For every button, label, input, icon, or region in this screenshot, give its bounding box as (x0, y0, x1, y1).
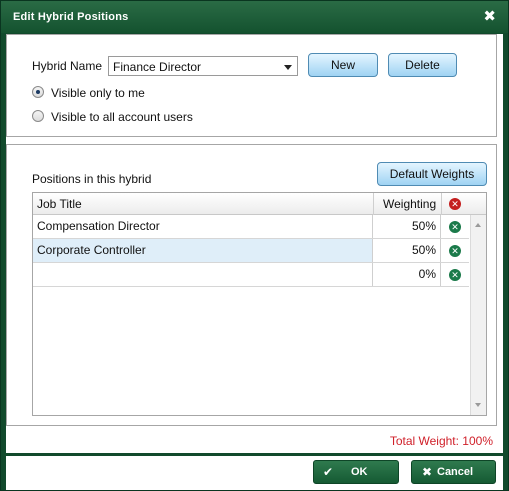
title-bar: Edit Hybrid Positions ✖ (1, 1, 508, 33)
positions-section-label: Positions in this hybrid (32, 172, 152, 186)
header-weighting: Weighting (383, 197, 437, 211)
positions-table: Job Title Weighting ✕ Compensation Direc… (32, 192, 487, 416)
visibility-radio-only-me[interactable] (32, 86, 44, 98)
visibility-radio-all-users[interactable] (32, 110, 44, 122)
job-title-text: Compensation Director (37, 219, 160, 233)
total-weight: Total Weight: 100% (389, 434, 493, 448)
scroll-up-icon[interactable] (475, 223, 481, 227)
job-title-cell[interactable]: Compensation Director (33, 215, 373, 238)
radio-selected-dot (36, 90, 40, 94)
cancel-label: Cancel (437, 466, 474, 478)
remove-icon[interactable]: ✕ (449, 245, 461, 257)
table-row[interactable]: 0% ✕ (33, 263, 469, 287)
remove-icon[interactable]: ✕ (449, 221, 461, 233)
header-divider (373, 193, 374, 215)
default-weights-button[interactable]: Default Weights (377, 162, 487, 186)
remove-icon[interactable]: ✕ (449, 269, 461, 281)
job-title-cell[interactable] (33, 263, 373, 286)
visibility-all-users-label: Visible to all account users (51, 110, 193, 124)
dialog-body: Hybrid Name Finance Director New Delete … (6, 34, 503, 453)
hybrid-name-select[interactable]: Finance Director (108, 56, 298, 76)
remove-cell: ✕ (441, 263, 469, 286)
checkmark-icon: ✔ (323, 465, 334, 479)
delete-button[interactable]: Delete (388, 53, 457, 77)
header-divider (441, 193, 442, 215)
job-title-cell[interactable]: Corporate Controller (33, 239, 373, 262)
dialog-footer: ✔ OK ✖ Cancel (6, 456, 503, 490)
remove-all-icon[interactable]: ✕ (449, 198, 461, 210)
new-button[interactable]: New (308, 53, 378, 77)
ok-label: OK (351, 466, 368, 478)
close-icon[interactable]: ✖ (483, 9, 496, 24)
table-scrollbar[interactable] (470, 215, 486, 415)
weighting-cell[interactable]: 50% (373, 239, 441, 262)
cancel-x-icon: ✖ (422, 465, 433, 479)
visibility-only-me-label: Visible only to me (51, 86, 145, 100)
table-row[interactable]: Compensation Director 50% ✕ (33, 215, 469, 239)
header-job-title: Job Title (37, 197, 82, 211)
scroll-down-icon[interactable] (475, 403, 481, 407)
hybrid-settings-panel: Hybrid Name Finance Director New Delete … (6, 34, 497, 137)
remove-cell: ✕ (441, 215, 469, 238)
table-header: Job Title Weighting ✕ (33, 193, 486, 215)
weighting-text: 50% (411, 243, 436, 257)
cancel-button[interactable]: ✖ Cancel (411, 460, 496, 484)
dialog-title: Edit Hybrid Positions (13, 11, 129, 23)
weighting-text: 50% (411, 219, 436, 233)
weighting-text: 0% (418, 267, 436, 281)
hybrid-name-value: Finance Director (113, 60, 202, 74)
dropdown-arrow-icon (284, 65, 292, 70)
remove-cell: ✕ (441, 239, 469, 262)
job-title-text: Corporate Controller (37, 243, 146, 257)
hybrid-name-label: Hybrid Name (32, 59, 103, 73)
table-row[interactable]: Corporate Controller 50% ✕ (33, 239, 469, 263)
edit-hybrid-dialog: Edit Hybrid Positions ✖ Hybrid Name Fina… (0, 0, 509, 491)
weighting-cell[interactable]: 50% (373, 215, 441, 238)
weighting-cell[interactable]: 0% (373, 263, 441, 286)
ok-button[interactable]: ✔ OK (313, 460, 399, 484)
